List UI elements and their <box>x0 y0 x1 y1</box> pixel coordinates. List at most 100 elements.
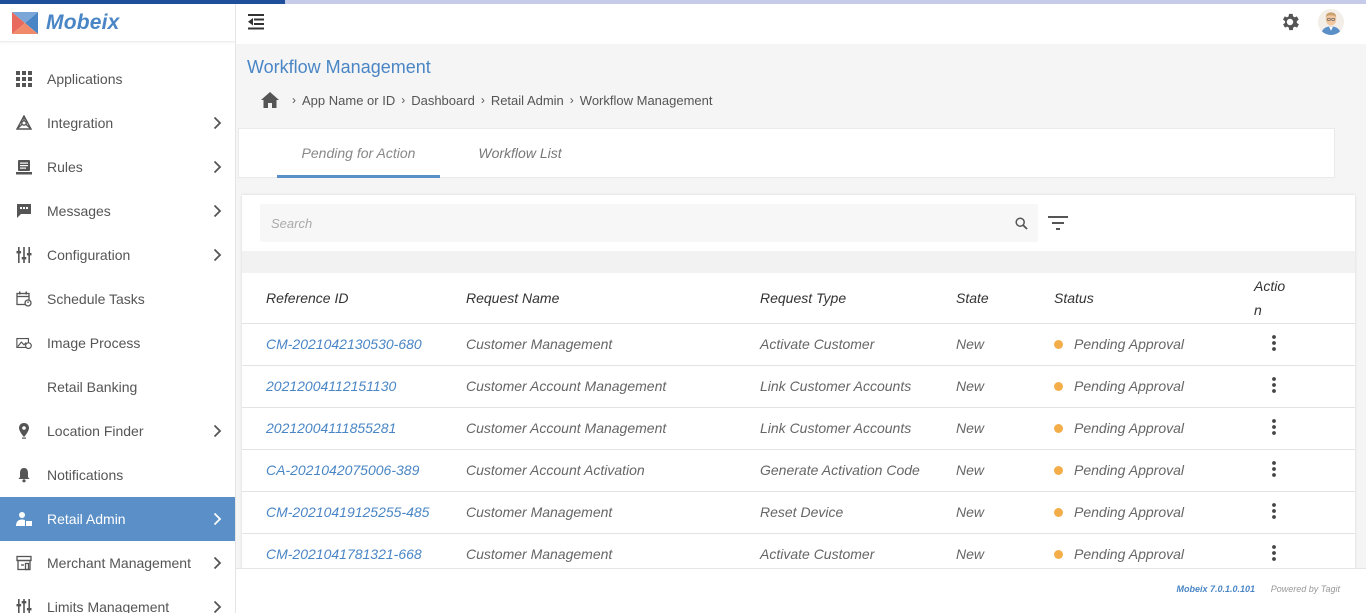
cell-status: Pending Approval <box>1054 491 1250 534</box>
gear-icon[interactable] <box>1279 11 1301 33</box>
breadcrumb-item-dashboard[interactable]: Dashboard <box>411 93 475 108</box>
chevron-right-icon[interactable] <box>213 160 222 174</box>
cell-action <box>1250 407 1355 450</box>
breadcrumb-item-retail-admin[interactable]: Retail Admin <box>491 93 564 108</box>
table-row[interactable]: 20212004112151130 Customer Account Manage… <box>242 365 1355 408</box>
home-icon[interactable] <box>260 91 280 109</box>
sidebar-item-retail-banking[interactable]: Retail Banking <box>0 365 235 409</box>
status-text: Pending Approval <box>1074 504 1185 520</box>
tab-pending-for-action[interactable]: Pending for Action <box>277 129 440 178</box>
sidebar-item-label: Applications <box>47 71 123 87</box>
reference-id-link[interactable]: CM-20210419125255-485 <box>266 504 429 520</box>
sidebar-item-label: Retail Banking <box>47 379 138 395</box>
status-badge: Pending Approval <box>1054 504 1250 520</box>
avatar-icon <box>1318 9 1344 35</box>
reference-id-link[interactable]: CA-2021042075006-389 <box>266 462 419 478</box>
status-text: Pending Approval <box>1074 336 1185 352</box>
sidebar-item-applications[interactable]: Applications <box>0 57 235 101</box>
table-row[interactable]: 20212004111855281 Customer Account Manage… <box>242 407 1355 450</box>
location-pin-icon <box>16 423 32 439</box>
column-header-request-name[interactable]: Request Name <box>466 273 760 324</box>
reference-id-link[interactable]: CM-2021041781321-668 <box>266 546 422 562</box>
chevron-right-icon[interactable] <box>213 204 222 218</box>
sidebar-item-retail-admin[interactable]: Retail Admin <box>0 497 235 541</box>
tab-workflow-list[interactable]: Workflow List <box>465 129 575 177</box>
table-row[interactable]: CA-2021042075006-389 Customer Account Act… <box>242 449 1355 492</box>
sidebar-item-label: Retail Admin <box>47 511 126 527</box>
column-header-request-type[interactable]: Request Type <box>760 273 956 324</box>
sidebar-item-messages[interactable]: Messages <box>0 189 235 233</box>
search-icon[interactable] <box>1015 217 1028 230</box>
store-icon <box>16 555 32 571</box>
cell-action <box>1250 323 1355 366</box>
sidebar-item-label: Notifications <box>47 467 124 483</box>
sidebar-item-limits-management[interactable]: Limits Management <box>0 585 235 613</box>
cell-state: New <box>956 323 1054 366</box>
status-text: Pending Approval <box>1074 546 1185 562</box>
more-vertical-icon[interactable] <box>1264 459 1284 479</box>
breadcrumb-item-app[interactable]: App Name or ID <box>302 93 395 108</box>
mobeix-logo-icon <box>12 11 38 34</box>
cell-status: Pending Approval <box>1054 449 1250 492</box>
chevron-right-icon[interactable] <box>213 600 222 613</box>
more-vertical-icon[interactable] <box>1264 501 1284 521</box>
table-row[interactable]: CM-20210419125255-485 Customer Management… <box>242 491 1355 534</box>
sidebar-item-rules[interactable]: Rules <box>0 145 235 189</box>
sidebar-item-merchant-management[interactable]: Merchant Management <box>0 541 235 585</box>
column-header-action: Actio n <box>1250 273 1355 324</box>
search-input[interactable] <box>260 204 1000 242</box>
status-dot <box>1054 549 1063 559</box>
reference-id-link[interactable]: 20212004111855281 <box>266 420 396 436</box>
chevron-right-icon[interactable] <box>213 116 222 130</box>
bell-icon <box>16 467 32 483</box>
user-avatar[interactable] <box>1318 9 1344 35</box>
status-text: Pending Approval <box>1074 378 1185 394</box>
column-header-reference-id[interactable]: Reference ID <box>242 273 466 324</box>
cell-reference-id: CA-2021042075006-389 <box>242 449 466 492</box>
chevron-right-icon[interactable] <box>213 556 222 570</box>
status-badge: Pending Approval <box>1054 546 1250 562</box>
cell-state: New <box>956 449 1054 492</box>
image-icon <box>16 335 32 351</box>
cell-request-name: Customer Account Activation <box>466 449 760 492</box>
more-vertical-icon[interactable] <box>1264 333 1284 353</box>
reference-id-link[interactable]: 20212004112151130 <box>266 378 396 394</box>
chevron-right-icon[interactable] <box>213 248 222 262</box>
filter-icon[interactable] <box>1048 215 1068 231</box>
status-badge: Pending Approval <box>1054 336 1250 352</box>
chevron-right-icon[interactable] <box>213 424 222 438</box>
sidebar-item-configuration[interactable]: Configuration <box>0 233 235 277</box>
table-header-row: Reference ID Request Name Request Type S… <box>242 273 1355 324</box>
sidebar: Mobeix Applications Integration Rules Messa… <box>0 4 236 613</box>
admin-user-icon <box>16 511 32 527</box>
chevron-right-icon[interactable] <box>213 512 222 526</box>
sidebar-item-integration[interactable]: Integration <box>0 101 235 145</box>
status-text: Pending Approval <box>1074 462 1185 478</box>
cell-request-type: Generate Activation Code <box>760 449 956 492</box>
cell-reference-id: 20212004111855281 <box>242 407 466 450</box>
more-vertical-icon[interactable] <box>1264 417 1284 437</box>
sidebar-item-image-process[interactable]: Image Process <box>0 321 235 365</box>
sidebar-item-location-finder[interactable]: Location Finder <box>0 409 235 453</box>
menu-collapse-icon[interactable] <box>246 12 266 32</box>
cell-state: New <box>956 491 1054 534</box>
cell-action <box>1250 449 1355 492</box>
sidebar-item-notifications[interactable]: Notifications <box>0 453 235 497</box>
more-vertical-icon[interactable] <box>1264 375 1284 395</box>
breadcrumb-separator: › <box>480 93 485 107</box>
cell-request-name: Customer Management <box>466 491 760 534</box>
column-header-state[interactable]: State <box>956 273 1054 324</box>
column-header-status[interactable]: Status <box>1054 273 1250 324</box>
sidebar-menu: Applications Integration Rules Messages Conf… <box>0 57 235 613</box>
more-vertical-icon[interactable] <box>1264 543 1284 563</box>
sidebar-item-label: Rules <box>47 159 83 175</box>
brand[interactable]: Mobeix <box>0 4 235 42</box>
table-row[interactable]: CM-2021042130530-680 Customer Management A… <box>242 323 1355 366</box>
cell-request-type: Link Customer Accounts <box>760 407 956 450</box>
reference-id-link[interactable]: CM-2021042130530-680 <box>266 336 422 352</box>
sidebar-item-schedule-tasks[interactable]: Schedule Tasks <box>0 277 235 321</box>
sidebar-item-label: Image Process <box>47 335 141 351</box>
breadcrumb: › App Name or ID › Dashboard › Retail Ad… <box>260 90 713 110</box>
footer-powered-by: Powered by Tagit <box>1270 584 1340 594</box>
cell-reference-id: 20212004112151130 <box>242 365 466 408</box>
